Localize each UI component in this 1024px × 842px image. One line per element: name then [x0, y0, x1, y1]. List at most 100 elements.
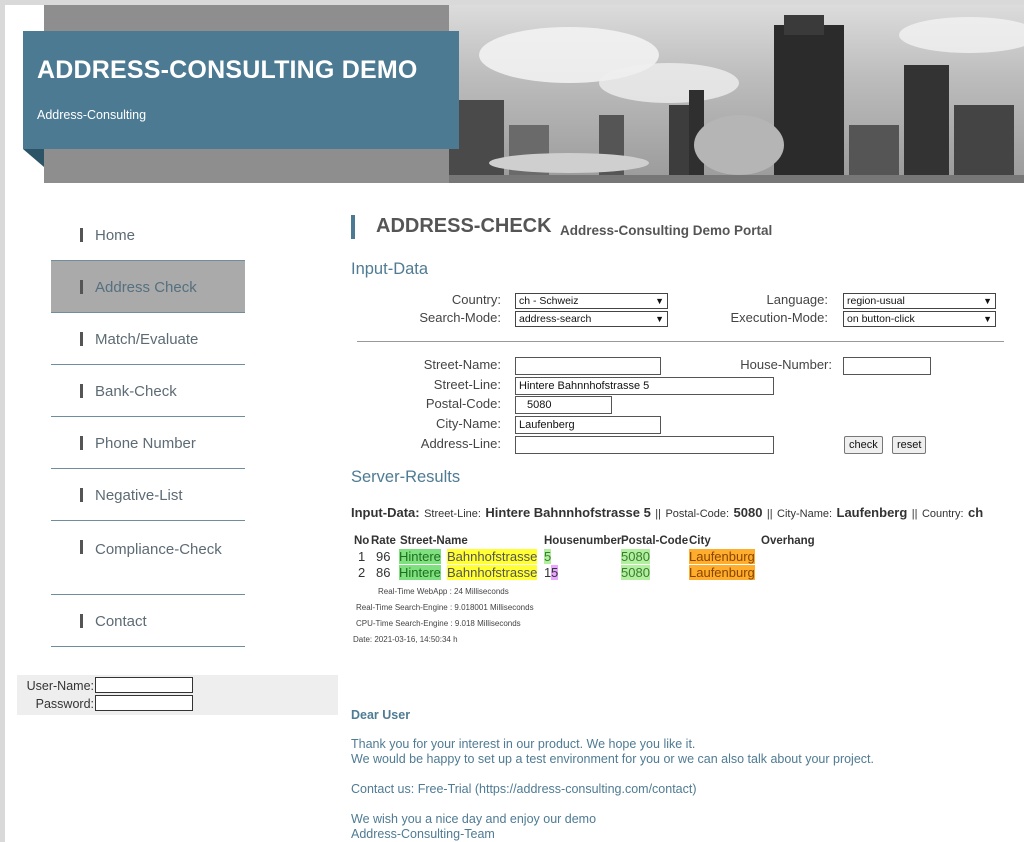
reset-button[interactable]: reset [892, 436, 927, 454]
nav-marker [80, 332, 83, 346]
sidebar-item-label: Home [95, 227, 136, 244]
timing-cpu: CPU-Time Search-Engine : 9.018 Milliseco… [356, 619, 521, 628]
form-divider [357, 341, 1004, 342]
search-mode-select[interactable]: address-search ▼ [515, 311, 668, 327]
execution-mode-label: Execution-Mode: [730, 310, 828, 325]
nav-marker [80, 228, 83, 242]
summary-prefix: Input-Data: [351, 505, 420, 520]
result-street-part: Bahnhofstrasse [447, 549, 538, 564]
result-postal-code: 5080 [621, 565, 650, 580]
column-header-no: No [354, 535, 370, 547]
page-subtitle: Address-Consulting Demo Portal [560, 223, 773, 238]
timing-search-engine: Real-Time Search-Engine : 9.018001 Milli… [356, 603, 534, 612]
sidebar-item-phone-number[interactable]: Phone Number [51, 417, 245, 469]
sidebar-item-label: Phone Number [95, 435, 196, 452]
message-line: We would be happy to set up a test envir… [351, 752, 874, 766]
city-name-label: City-Name: [435, 416, 501, 431]
result-rate: 86 [376, 565, 391, 580]
city-name-input[interactable]: Laufenberg [515, 416, 661, 434]
page-title: ADDRESS-CHECK [376, 215, 552, 237]
sidebar-item-label: Negative-List [95, 487, 183, 504]
result-housenumber-extra: 5 [551, 565, 559, 580]
result-no: 2 [358, 565, 366, 580]
language-label: Language: [766, 292, 828, 307]
login-form: User-Name: Password: [17, 675, 338, 715]
result-no: 1 [358, 549, 366, 564]
chevron-down-icon: ▼ [983, 314, 992, 324]
timing-date: Date: 2021-03-16, 14:50:34 h [353, 635, 458, 644]
nav-marker [80, 436, 83, 450]
search-mode-select-value: address-search [519, 313, 592, 325]
sidebar-item-label: Match/Evaluate [95, 331, 199, 348]
country-select[interactable]: ch - Schweiz ▼ [515, 293, 668, 309]
summary-city-value: Laufenberg [836, 505, 908, 520]
sidebar-item-home[interactable]: Home [51, 209, 245, 261]
username-input[interactable] [95, 677, 193, 693]
nav-marker [80, 614, 83, 628]
message-title: Dear User [351, 708, 411, 722]
brand-banner: ADDRESS-CONSULTING DEMO Address-Consulti… [23, 31, 459, 149]
result-street-part: Hintere [399, 549, 441, 564]
summary-postal-value: 5080 [733, 505, 763, 520]
server-results-title: Server-Results [351, 468, 461, 486]
street-line-input[interactable]: Hintere Bahnnhofstrasse 5 [515, 377, 774, 395]
site-subtitle: Address-Consulting [37, 108, 147, 122]
street-name-input[interactable] [515, 357, 661, 375]
sidebar-nav: Home Address Check Match/Evaluate Bank-C… [51, 209, 245, 647]
message-line: We wish you a nice day and enjoy our dem… [351, 812, 597, 826]
language-select[interactable]: region-usual ▼ [843, 293, 996, 309]
summary-separator: || [766, 508, 773, 520]
summary-country-key: Country: [921, 508, 964, 520]
result-street-part: Hintere [399, 565, 441, 580]
heading-marker [351, 215, 355, 239]
column-header-postal-code: Postal-Code [621, 535, 689, 547]
sidebar-item-compliance-check[interactable]: Compliance-Check [51, 521, 245, 595]
sidebar-item-label: Address Check [95, 279, 197, 296]
username-label: User-Name: [26, 679, 94, 693]
sidebar-item-label: Compliance-Check [95, 541, 222, 558]
sidebar-item-negative-list[interactable]: Negative-List [51, 469, 245, 521]
input-data-title: Input-Data [351, 260, 429, 278]
timing-webapp: Real-Time WebApp : 24 Milliseconds [378, 587, 509, 596]
nav-marker [80, 384, 83, 398]
sidebar-item-bank-check[interactable]: Bank-Check [51, 365, 245, 417]
chevron-down-icon: ▼ [983, 296, 992, 306]
summary-separator: || [911, 508, 918, 520]
message-signature: Address-Consulting-Team [351, 827, 495, 841]
summary-separator: || [655, 508, 661, 520]
column-header-street-name: Street-Name [400, 535, 468, 547]
contact-link[interactable]: Contact us: Free-Trial (https://address-… [351, 782, 697, 796]
address-line-input[interactable] [515, 436, 774, 454]
summary-street-line-value: Hintere Bahnnhofstrasse 5 [485, 505, 651, 520]
message-line: Thank you for your interest in our produ… [351, 737, 696, 751]
postal-code-input[interactable]: 5080 [515, 396, 612, 414]
street-line-label: Street-Line: [433, 377, 501, 392]
street-name-label: Street-Name: [423, 357, 501, 372]
result-rate: 96 [376, 549, 391, 564]
postal-code-label: Postal-Code: [425, 396, 501, 411]
country-label: Country: [451, 292, 501, 307]
sidebar-item-contact[interactable]: Contact [51, 595, 245, 647]
chevron-down-icon: ▼ [655, 296, 664, 306]
password-input[interactable] [95, 695, 193, 711]
check-button[interactable]: check [844, 436, 883, 454]
sidebar-item-address-check[interactable]: Address Check [51, 261, 245, 313]
summary-city-key: City-Name: [777, 508, 833, 520]
summary-street-line-key: Street-Line: [424, 508, 481, 520]
result-city: Laufenburg [689, 549, 755, 564]
result-postal-code: 5080 [621, 549, 650, 564]
search-mode-label: Search-Mode: [419, 310, 501, 325]
nav-marker [80, 280, 83, 294]
column-header-rate: Rate [371, 535, 396, 547]
result-street-part: Bahnhofstrasse [447, 565, 538, 580]
input-summary: Input-Data: Street-Line: Hintere Bahnnho… [351, 504, 1024, 522]
summary-postal-key: Postal-Code: [665, 508, 730, 520]
house-number-input[interactable] [843, 357, 931, 375]
sidebar-item-match-evaluate[interactable]: Match/Evaluate [51, 313, 245, 365]
execution-mode-select-value: on button-click [847, 313, 915, 325]
result-housenumber: 5 [544, 549, 552, 564]
sidebar-item-label: Contact [95, 613, 147, 630]
header-city-image [449, 5, 1024, 183]
nav-marker [80, 488, 83, 502]
execution-mode-select[interactable]: on button-click ▼ [843, 311, 996, 327]
